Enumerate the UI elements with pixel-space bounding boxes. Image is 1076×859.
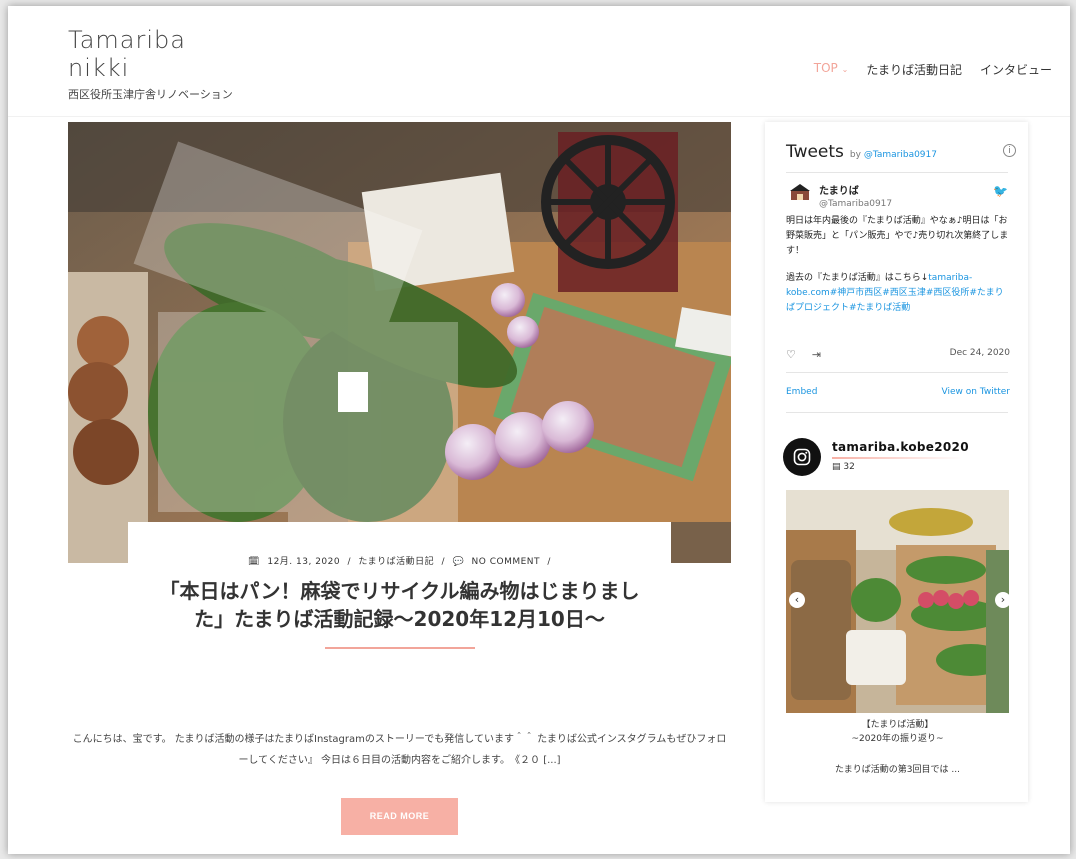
tweet-actions: ♡ ⇥ Dec 24, 2020: [786, 348, 1010, 361]
twitter-by: by: [849, 150, 861, 160]
page-frame: Tamariba nikki 西区役所玉津庁舎リノベーション TOP ⌄ たまり…: [8, 6, 1070, 854]
share-icon[interactable]: ⇥: [812, 348, 821, 361]
info-icon[interactable]: i: [1003, 144, 1016, 157]
chevron-down-icon: ⌄: [841, 65, 849, 74]
instagram-icon: [783, 438, 821, 476]
header-divider: [8, 116, 1070, 117]
post-category[interactable]: たまりば活動日記: [358, 557, 434, 567]
post-title[interactable]: 「本日はパン！麻袋でリサイクル編み物はじまりました」たまりば活動記録～2020年…: [146, 577, 653, 633]
site-title-line2[interactable]: nikki: [68, 54, 218, 82]
title-underline: [324, 647, 475, 649]
twitter-footer: Embed View on Twitter: [786, 387, 1010, 397]
instagram-post-count: 32: [843, 462, 855, 472]
site-title-line1[interactable]: Tamariba: [68, 26, 218, 54]
instagram-caption-excerpt: たまりば活動の第3回目では ...: [835, 765, 960, 775]
tweet-author[interactable]: たまりば @Tamariba0917: [789, 182, 892, 209]
instagram-username[interactable]: tamariba.kobe2020: [832, 440, 969, 454]
nav-item-interview[interactable]: インタビュー: [980, 61, 1052, 78]
comment-icon: 💬: [452, 557, 465, 567]
posts-icon: ▤: [832, 462, 841, 472]
tweet-text: 明日は年内最後の『たまりば活動』やなぁ♪明日は「お野菜販売」と「パン販売」やで♪…: [786, 214, 1011, 316]
twitter-handle-link[interactable]: @Tamariba0917: [864, 150, 937, 160]
instagram-photo[interactable]: [786, 490, 1009, 713]
avatar: [790, 184, 810, 200]
tweet-author-handle: @Tamariba0917: [819, 199, 893, 209]
twitter-header: Tweets by @Tamariba0917: [786, 142, 1008, 162]
sidebar: Tweets by @Tamariba0917 i たまりば @Tamariba…: [765, 122, 1028, 802]
tweet-author-name: たまりば: [819, 186, 859, 197]
tweet-divider: [786, 372, 1008, 373]
nav-item-top-label: TOP: [813, 61, 838, 75]
calendar-icon: 🗓: [248, 557, 260, 567]
tweet-text-line2: 過去の『たまりば活動』はこちら↓: [786, 273, 929, 283]
instagram-caption: 【たまりば活動】 ~2020年の振り返り~: [786, 718, 1009, 746]
instagram-profile[interactable]: tamariba.kobe2020 ▤ 32: [783, 438, 969, 476]
heart-icon[interactable]: ♡: [786, 348, 796, 361]
previous-arrow-icon[interactable]: ‹: [789, 592, 805, 608]
tweet-date[interactable]: Dec 24, 2020: [950, 348, 1010, 361]
twitter-title: Tweets: [786, 142, 844, 162]
instagram-accent-bar: [832, 457, 962, 459]
post-meta: 🗓 12月. 13, 2020 / たまりば活動日記 / 💬 NO COMMEN…: [248, 557, 551, 567]
twitter-bird-icon[interactable]: 🐦: [993, 184, 1008, 198]
nav-item-top[interactable]: TOP ⌄: [814, 61, 849, 78]
site-logo[interactable]: Tamariba nikki 西区役所玉津庁舎リノベーション: [68, 26, 233, 102]
tweet-text-line: 明日は年内最後の『たまりば活動』やなぁ♪明日は「お野菜販売」と「パン販売」やで♪…: [786, 216, 1009, 256]
nav-item-activity-diary[interactable]: たまりば活動日記: [866, 61, 962, 78]
post-comments[interactable]: NO COMMENT: [472, 557, 541, 567]
embed-link[interactable]: Embed: [786, 387, 817, 397]
main-nav: TOP ⌄ たまりば活動日記 インタビュー: [814, 61, 1052, 78]
featured-image[interactable]: [68, 122, 731, 563]
twitter-bottom-divider: [786, 412, 1008, 413]
view-on-twitter-link[interactable]: View on Twitter: [942, 387, 1010, 397]
post-card: 🗓 12月. 13, 2020 / たまりば活動日記 / 💬 NO COMMEN…: [128, 522, 671, 692]
next-arrow-icon[interactable]: ›: [995, 592, 1011, 608]
site-tagline: 西区役所玉津庁舎リノベーション: [68, 88, 233, 101]
instagram-caption-line1: 【たまりば活動】: [861, 720, 934, 730]
post-excerpt: こんにちは、宝です。 たまりば活動の様子はたまりばInstagramのストーリー…: [72, 734, 727, 766]
post-date[interactable]: 12月. 13, 2020: [267, 557, 340, 567]
read-more-button[interactable]: READ MORE: [341, 798, 458, 835]
instagram-caption-line2: ~2020年の振り返り~: [851, 734, 944, 744]
twitter-divider: [786, 172, 1008, 173]
